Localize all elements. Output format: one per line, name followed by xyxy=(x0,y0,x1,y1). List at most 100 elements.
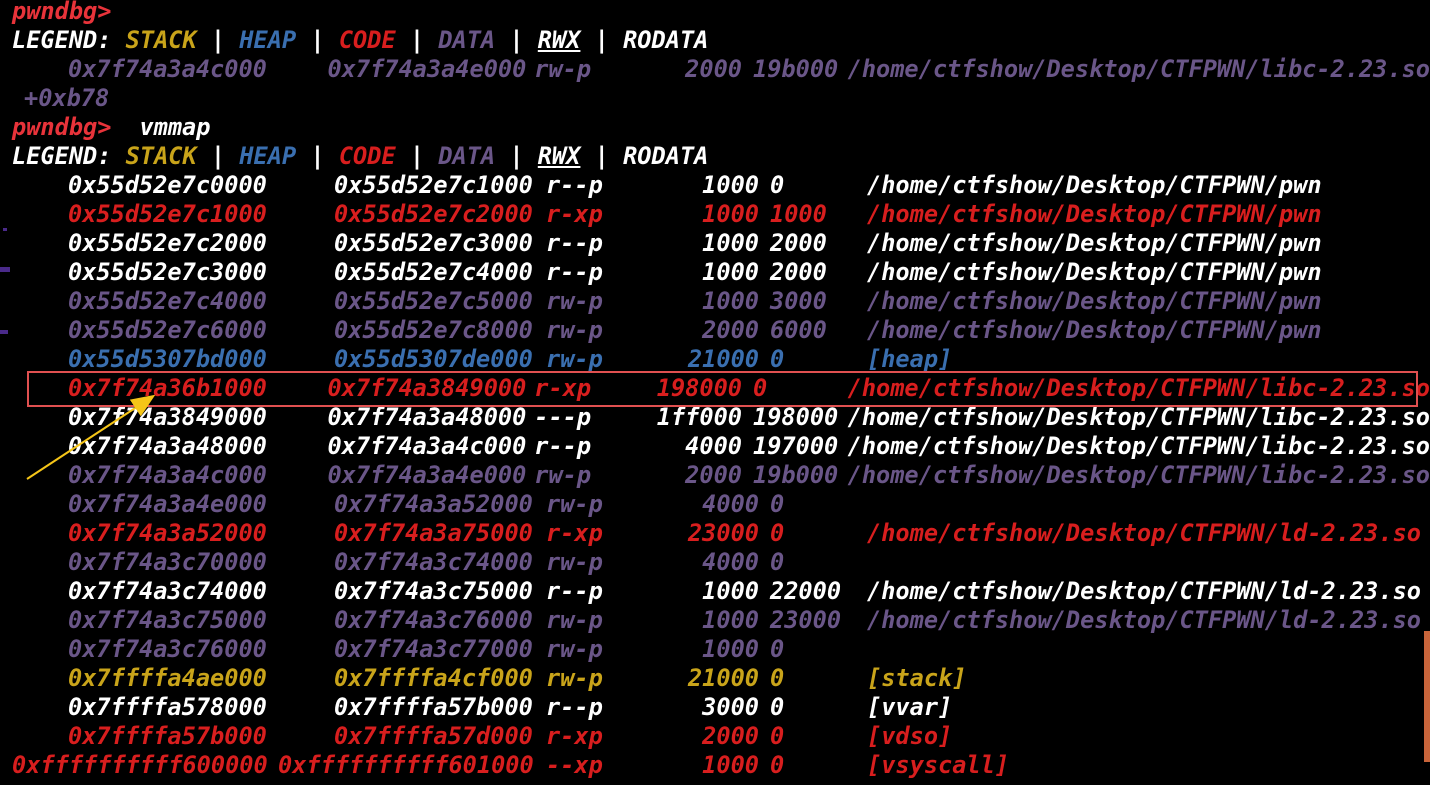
map-perm: r--p xyxy=(546,229,603,257)
legend-label: LEGEND: xyxy=(12,142,112,170)
map-end: 0x7f74a3c77000 xyxy=(334,635,533,663)
continuation-line: +0xb78 xyxy=(12,84,1430,113)
vmmap-row: 0x55d52e7c1000 0x55d52e7c2000 r-xp 1000 1000… xyxy=(12,200,1430,229)
map-start: 0x7f74a3a4c000 xyxy=(68,461,267,489)
vmmap-row: 0x55d52e7c4000 0x55d52e7c5000 rw-p 1000 3000… xyxy=(12,287,1430,316)
map-start: 0x7ffffa4ae000 xyxy=(68,664,267,692)
map-size: 1000 xyxy=(702,171,759,199)
vmmap-row: 0x55d52e7c2000 0x55d52e7c3000 r--p 1000 2000… xyxy=(12,229,1430,258)
map-perm: --xp xyxy=(546,751,603,779)
prompt-line: pwndbg> xyxy=(12,0,1430,26)
legend-separator: | xyxy=(509,26,524,54)
legend-separator: | xyxy=(594,142,609,170)
vmmap-row: 0x7f74a3c75000 0x7f74a3c76000 rw-p 1000 2300… xyxy=(12,606,1430,635)
map-size: 2000 xyxy=(685,55,742,83)
map-size: 21000 xyxy=(687,664,759,692)
command-text: vmmap xyxy=(139,113,211,141)
map-size: 1000 xyxy=(702,229,759,257)
map-end: 0x7f74a3a4e000 xyxy=(327,461,527,489)
map-size: 1ff000 xyxy=(656,403,742,431)
legend-separator: | xyxy=(210,142,226,170)
map-perm: rw-p xyxy=(546,664,603,692)
map-start: 0x7f74a3a48000 xyxy=(68,432,267,460)
map-size: 1000 xyxy=(702,258,759,286)
map-start: 0x7f74a3c74000 xyxy=(68,577,267,605)
map-size: 21000 xyxy=(687,345,759,373)
map-perm: r--p xyxy=(534,432,592,460)
map-start: 0x7f74a3a4e000 xyxy=(68,490,267,518)
map-offset: 0 xyxy=(770,635,785,663)
map-size: 1000 xyxy=(702,577,759,605)
map-offset: 197000 xyxy=(753,432,839,460)
map-end: 0x7f74a3c75000 xyxy=(334,577,533,605)
map-start: 0x7f74a3a4c000 xyxy=(68,55,267,83)
map-size: 4000 xyxy=(702,548,759,576)
map-path: /home/ctfshow/Desktop/CTFPWN/pwn xyxy=(867,316,1322,344)
map-offset: 1000 xyxy=(770,200,827,228)
map-end: 0x7ffffa4cf000 xyxy=(334,664,533,692)
map-path: /home/ctfshow/Desktop/CTFPWN/ld-2.23.so xyxy=(867,519,1421,547)
legend-separator: | xyxy=(509,142,524,170)
legend-line: LEGEND: STACK | HEAP | CODE | DATA | RWX… xyxy=(12,26,1430,55)
map-end: 0x7f74a3a48000 xyxy=(327,403,527,431)
map-end: 0x55d52e7c8000 xyxy=(334,316,533,344)
prompt-line: pwndbg> vmmap xyxy=(12,113,1430,142)
map-perm: rw-p xyxy=(534,55,592,83)
map-start: 0x7f74a3a52000 xyxy=(68,519,267,547)
map-offset: 198000 xyxy=(753,403,839,431)
map-start: 0x7f74a3c76000 xyxy=(68,635,267,663)
map-perm: r-xp xyxy=(546,519,603,547)
map-path: [vdso] xyxy=(867,722,953,750)
map-start: 0x55d52e7c2000 xyxy=(68,229,267,257)
map-offset: 6000 xyxy=(770,316,827,344)
map-end: 0x55d52e7c3000 xyxy=(334,229,533,257)
map-end: 0x55d5307de000 xyxy=(334,345,533,373)
map-perm: rw-p xyxy=(546,490,603,518)
map-size: 1000 xyxy=(702,606,759,634)
prompt: pwndbg> xyxy=(12,0,112,25)
map-perm: rw-p xyxy=(546,548,603,576)
legend-stack: STACK xyxy=(125,26,197,54)
map-offset: 0 xyxy=(770,548,785,576)
map-perm: rw-p xyxy=(546,316,603,344)
map-end: 0xffffffffff601000 xyxy=(278,751,534,779)
legend-heap: HEAP xyxy=(239,26,297,54)
map-offset: 19b000 xyxy=(753,55,839,83)
map-path: /home/ctfshow/Desktop/CTFPWN/libc-2.23.s… xyxy=(847,403,1430,431)
map-path: /home/ctfshow/Desktop/CTFPWN/ld-2.23.so xyxy=(867,577,1421,605)
vmmap-row: 0x7f74a3a52000 0x7f74a3a75000 r-xp 23000 0/h… xyxy=(12,519,1430,548)
legend-rodata: RODATA xyxy=(623,26,709,54)
map-start: 0x55d52e7c4000 xyxy=(68,287,267,315)
map-start: 0x55d52e7c6000 xyxy=(68,316,267,344)
map-start: 0x7f74a3c70000 xyxy=(68,548,267,576)
legend-line: LEGEND: STACK | HEAP | CODE | DATA | RWX… xyxy=(12,142,1430,171)
map-offset: 0 xyxy=(770,171,785,199)
legend-code: CODE xyxy=(338,142,396,170)
map-end: 0x7f74a3c76000 xyxy=(334,606,533,634)
map-size: 4000 xyxy=(702,490,759,518)
map-path: /home/ctfshow/Desktop/CTFPWN/pwn xyxy=(867,287,1322,315)
map-perm: r--p xyxy=(546,258,603,286)
map-end: 0x55d52e7c1000 xyxy=(334,171,533,199)
map-path: [stack] xyxy=(867,664,967,692)
legend-label: LEGEND: xyxy=(12,26,112,54)
map-perm: ---p xyxy=(534,403,592,431)
map-offset: 0 xyxy=(770,490,785,518)
vmmap-row: 0x55d52e7c0000 0x55d52e7c1000 r--p 1000 0/ho… xyxy=(12,171,1430,200)
legend-rwx: RWX xyxy=(537,142,581,170)
map-end: 0x7f74a3a75000 xyxy=(334,519,533,547)
map-end: 0x7f74a3a52000 xyxy=(334,490,533,518)
legend-separator: | xyxy=(409,26,425,54)
map-perm: rw-p xyxy=(546,345,603,373)
map-start: 0x55d52e7c1000 xyxy=(68,200,267,228)
map-path: /home/ctfshow/Desktop/CTFPWN/pwn xyxy=(867,200,1322,228)
scrollbar-thumb[interactable] xyxy=(1424,631,1430,762)
legend-data: DATA xyxy=(438,26,496,54)
map-end: 0x7f74a3a4e000 xyxy=(327,55,527,83)
vmmap-table: 0x55d52e7c0000 0x55d52e7c1000 r--p 1000 0/ho… xyxy=(12,171,1430,780)
map-perm: r--p xyxy=(546,577,603,605)
legend-separator: | xyxy=(594,26,609,54)
map-end: 0x7f74a3c74000 xyxy=(334,548,533,576)
map-perm: r-xp xyxy=(546,200,603,228)
legend-separator: | xyxy=(409,142,425,170)
